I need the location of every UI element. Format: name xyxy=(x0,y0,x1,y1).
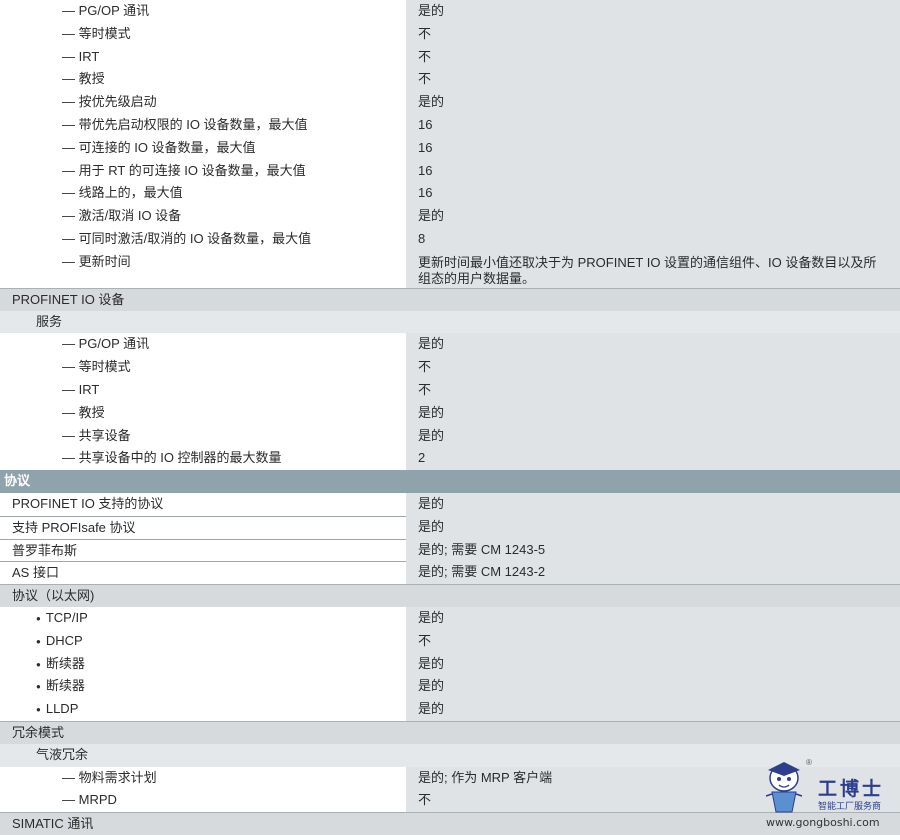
category-header: 协议 xyxy=(0,470,900,493)
row-value: 是的 xyxy=(406,424,900,448)
row-label: LLDP xyxy=(0,698,406,721)
table-row: — IRT 不 xyxy=(0,45,900,69)
table-row: — 教授 是的 xyxy=(0,401,900,425)
row-value: 16 xyxy=(406,182,900,206)
table-row: — 可连接的 IO 设备数量，最大值 16 xyxy=(0,136,900,160)
table-row: — 更新时间 更新时间最小值还取决于为 PROFINET IO 设置的通信组件、I… xyxy=(0,250,900,288)
row-label: 支持 PROFIsafe 协议 xyxy=(0,515,406,539)
row-value: 不 xyxy=(406,68,900,92)
table-row: — PG/OP 通讯 是的 xyxy=(0,0,900,23)
row-label: AS 接口 xyxy=(0,561,406,585)
row-value: 不 xyxy=(406,22,900,46)
row-label: — 教授 xyxy=(0,68,406,92)
table-row: PROFINET IO 支持的协议 是的 xyxy=(0,492,900,516)
table-row: DHCP不 xyxy=(0,629,900,653)
table-row: AS 接口 是的; 需要 CM 1243-2 xyxy=(0,561,900,585)
watermark-logo: ® 工博士 智能工厂服务商 www.gongboshi.com xyxy=(756,758,896,830)
row-label: 普罗菲布斯 xyxy=(0,538,406,562)
row-label: 断续器 xyxy=(0,675,406,699)
row-label: — 等时模式 xyxy=(0,22,406,46)
table-row: — 等时模式不 xyxy=(0,22,900,46)
row-value: 是的 xyxy=(406,652,900,676)
row-label: — MRPD xyxy=(0,789,406,813)
watermark-url: www.gongboshi.com xyxy=(766,816,880,829)
row-label: — 用于 RT 的可连接 IO 设备数量，最大值 xyxy=(0,159,406,183)
row-label: — IRT xyxy=(0,45,406,69)
row-value: 不 xyxy=(406,378,900,402)
row-label: — 等时模式 xyxy=(0,356,406,379)
table-row: — 带优先启动权限的 IO 设备数量，最大值 16 xyxy=(0,113,900,137)
row-label: — 教授 xyxy=(0,401,406,425)
row-value: 是的 xyxy=(406,401,900,425)
row-label: — 带优先启动权限的 IO 设备数量，最大值 xyxy=(0,113,406,137)
table-row: — 共享设备 是的 xyxy=(0,424,900,448)
section-header: PROFINET IO 设备 xyxy=(0,287,900,311)
table-row: — 激活/取消 IO 设备 是的 xyxy=(0,205,900,228)
row-value: 2 xyxy=(406,447,900,471)
row-value: 是的; 需要 CM 1243-2 xyxy=(406,561,900,585)
row-label: PROFINET IO 支持的协议 xyxy=(0,492,406,516)
row-label: — 共享设备中的 IO 控制器的最大数量 xyxy=(0,447,406,471)
row-label: — 激活/取消 IO 设备 xyxy=(0,205,406,228)
table-row: TCP/IP是的 xyxy=(0,606,900,630)
table-row: — IRT 不 xyxy=(0,378,900,402)
row-label: — 可连接的 IO 设备数量，最大值 xyxy=(0,136,406,160)
row-value: 是的 xyxy=(406,675,900,699)
table-row: — PG/OP 通讯 是的 xyxy=(0,333,900,357)
table-row: 断续器是的 xyxy=(0,675,900,699)
row-label: — 按优先级启动 xyxy=(0,91,406,114)
row-label: — PG/OP 通讯 xyxy=(0,0,406,23)
row-value: 不 xyxy=(406,45,900,69)
row-value: 是的 xyxy=(406,515,900,539)
table-row: 断续器是的 xyxy=(0,652,900,676)
row-label: TCP/IP xyxy=(0,606,406,630)
table-row: — 等时模式不 xyxy=(0,356,900,379)
spec-table: — PG/OP 通讯 是的 — 等时模式不 — IRT 不 — 教授不 — 按优先级… xyxy=(0,0,900,835)
section-header: 冗余模式 xyxy=(0,720,900,744)
row-label: — 可同时激活/取消的 IO 设备数量，最大值 xyxy=(0,227,406,251)
table-row: 普罗菲布斯 是的; 需要 CM 1243-5 xyxy=(0,538,900,562)
row-value: 是的 xyxy=(406,492,900,516)
table-row: LLDP是的 xyxy=(0,698,900,721)
row-label: — 线路上的，最大值 xyxy=(0,182,406,206)
row-value: 16 xyxy=(406,113,900,137)
row-value: 是的 xyxy=(406,205,900,228)
table-row: — 用于 RT 的可连接 IO 设备数量，最大值 16 xyxy=(0,159,900,183)
section-header: 协议（以太网) xyxy=(0,584,900,607)
table-row: 支持 PROFIsafe 协议 是的 xyxy=(0,515,900,539)
registered-mark: ® xyxy=(806,758,812,767)
subsection-header: 服务 xyxy=(0,310,900,334)
row-value: 是的 xyxy=(406,91,900,114)
row-value: 不 xyxy=(406,356,900,379)
row-value: 是的; 需要 CM 1243-5 xyxy=(406,538,900,562)
row-value: 不 xyxy=(406,629,900,653)
row-label: — 共享设备 xyxy=(0,424,406,448)
row-label: — 更新时间 xyxy=(0,250,406,288)
table-row: — 教授不 xyxy=(0,68,900,92)
row-value: 是的 xyxy=(406,606,900,630)
row-value: 16 xyxy=(406,136,900,160)
table-row: — 按优先级启动 是的 xyxy=(0,91,900,114)
table-row: — 共享设备中的 IO 控制器的最大数量 2 xyxy=(0,447,900,471)
row-label: 断续器 xyxy=(0,652,406,676)
row-value: 8 xyxy=(406,227,900,251)
row-value: 是的 xyxy=(406,0,900,23)
row-label: — 物料需求计划 xyxy=(0,766,406,790)
row-value: 是的 xyxy=(406,333,900,357)
row-value: 更新时间最小值还取决于为 PROFINET IO 设置的通信组件、IO 设备数目… xyxy=(406,250,900,288)
row-label: — PG/OP 通讯 xyxy=(0,333,406,357)
row-label: DHCP xyxy=(0,629,406,653)
watermark-subtitle: 智能工厂服务商 xyxy=(818,801,882,811)
row-value: 16 xyxy=(406,159,900,183)
table-row: — 可同时激活/取消的 IO 设备数量，最大值 8 xyxy=(0,227,900,251)
row-label: — IRT xyxy=(0,378,406,402)
watermark-title: 工博士 xyxy=(818,778,885,800)
row-value: 是的 xyxy=(406,698,900,721)
table-row: — 线路上的，最大值 16 xyxy=(0,182,900,206)
